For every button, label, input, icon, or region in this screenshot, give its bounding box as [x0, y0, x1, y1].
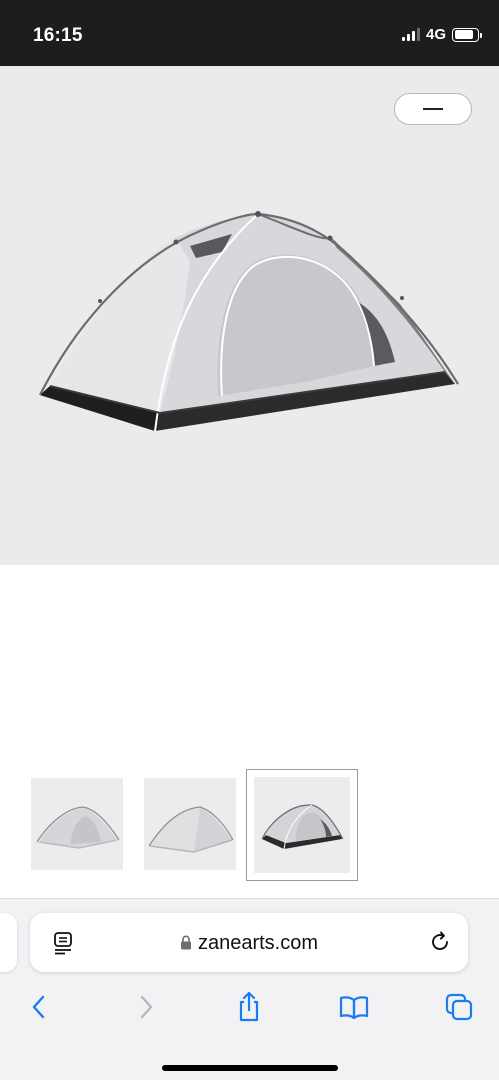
product-main-image[interactable]: [0, 66, 499, 565]
url-display[interactable]: zanearts.com: [30, 932, 468, 955]
tabs-icon: [445, 993, 473, 1021]
screen: 16:15 4G zanearts.com: [0, 0, 499, 1080]
tabs-button[interactable]: [441, 989, 477, 1025]
home-indicator[interactable]: [162, 1065, 338, 1071]
address-bar[interactable]: zanearts.com: [30, 913, 468, 972]
chevron-right-icon: [140, 995, 153, 1019]
tent-thumbnail-image: [36, 806, 120, 849]
thumbnail-2[interactable]: [144, 778, 236, 870]
browser-toolbar: [0, 985, 499, 1029]
bookmarks-button[interactable]: [336, 989, 372, 1025]
browser-bottom-bar: zanearts.com: [0, 898, 499, 1080]
status-bar: 16:15 4G: [0, 0, 499, 66]
collapse-gallery-button[interactable]: [394, 93, 472, 125]
tent-thumbnail-image: [261, 804, 344, 850]
share-button[interactable]: [231, 989, 267, 1025]
previous-tab-preview[interactable]: [0, 913, 17, 972]
url-text: zanearts.com: [197, 932, 319, 954]
signal-strength-icon: [401, 28, 420, 41]
thumbnail-1[interactable]: [31, 778, 123, 870]
battery-icon: [452, 27, 482, 42]
lock-icon: [180, 935, 191, 950]
reload-icon[interactable]: [429, 931, 451, 953]
network-type: 4G: [425, 26, 446, 43]
status-time: 16:15: [33, 25, 83, 46]
tent-thumbnail-image: [148, 806, 234, 853]
share-icon: [239, 991, 259, 1022]
chevron-left-icon: [32, 995, 45, 1019]
minus-icon: [423, 108, 443, 110]
status-indicators: 4G: [401, 26, 482, 43]
book-icon: [339, 996, 369, 1020]
thumbnail-3-selected[interactable]: [246, 769, 358, 881]
tent-image: [39, 211, 459, 432]
thumbnail-strip: [0, 768, 499, 882]
forward-button[interactable]: [128, 989, 164, 1025]
back-button[interactable]: [21, 989, 57, 1025]
